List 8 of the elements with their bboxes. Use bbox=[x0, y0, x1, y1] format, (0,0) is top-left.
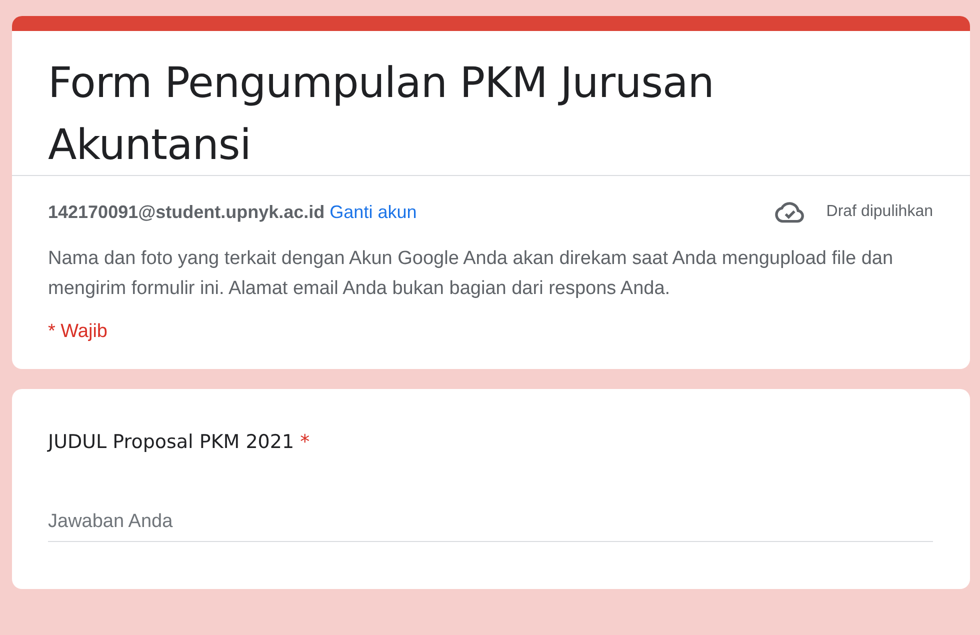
form-title: Form Pengumpulan PKM Jurusan Akuntansi bbox=[48, 57, 715, 171]
notice-text: Nama dan foto yang terkait dengan Akun Google Anda akan direkam saat Anda mengupload file dan mengirim formulir ini. Alamat email Anda bukan bagian dari respons Anda. bbox=[48, 247, 894, 301]
account-email: 142170091@student.upnyk.ac.id bbox=[48, 202, 325, 222]
required-note: * Wajib bbox=[48, 321, 108, 343]
question-title: JUDUL Proposal PKM 2021 bbox=[48, 431, 294, 453]
required-mark: * bbox=[300, 431, 310, 453]
draft-status: Draf dipulihkan bbox=[826, 203, 933, 221]
switch-account-link[interactable]: Ganti akun bbox=[330, 202, 417, 222]
